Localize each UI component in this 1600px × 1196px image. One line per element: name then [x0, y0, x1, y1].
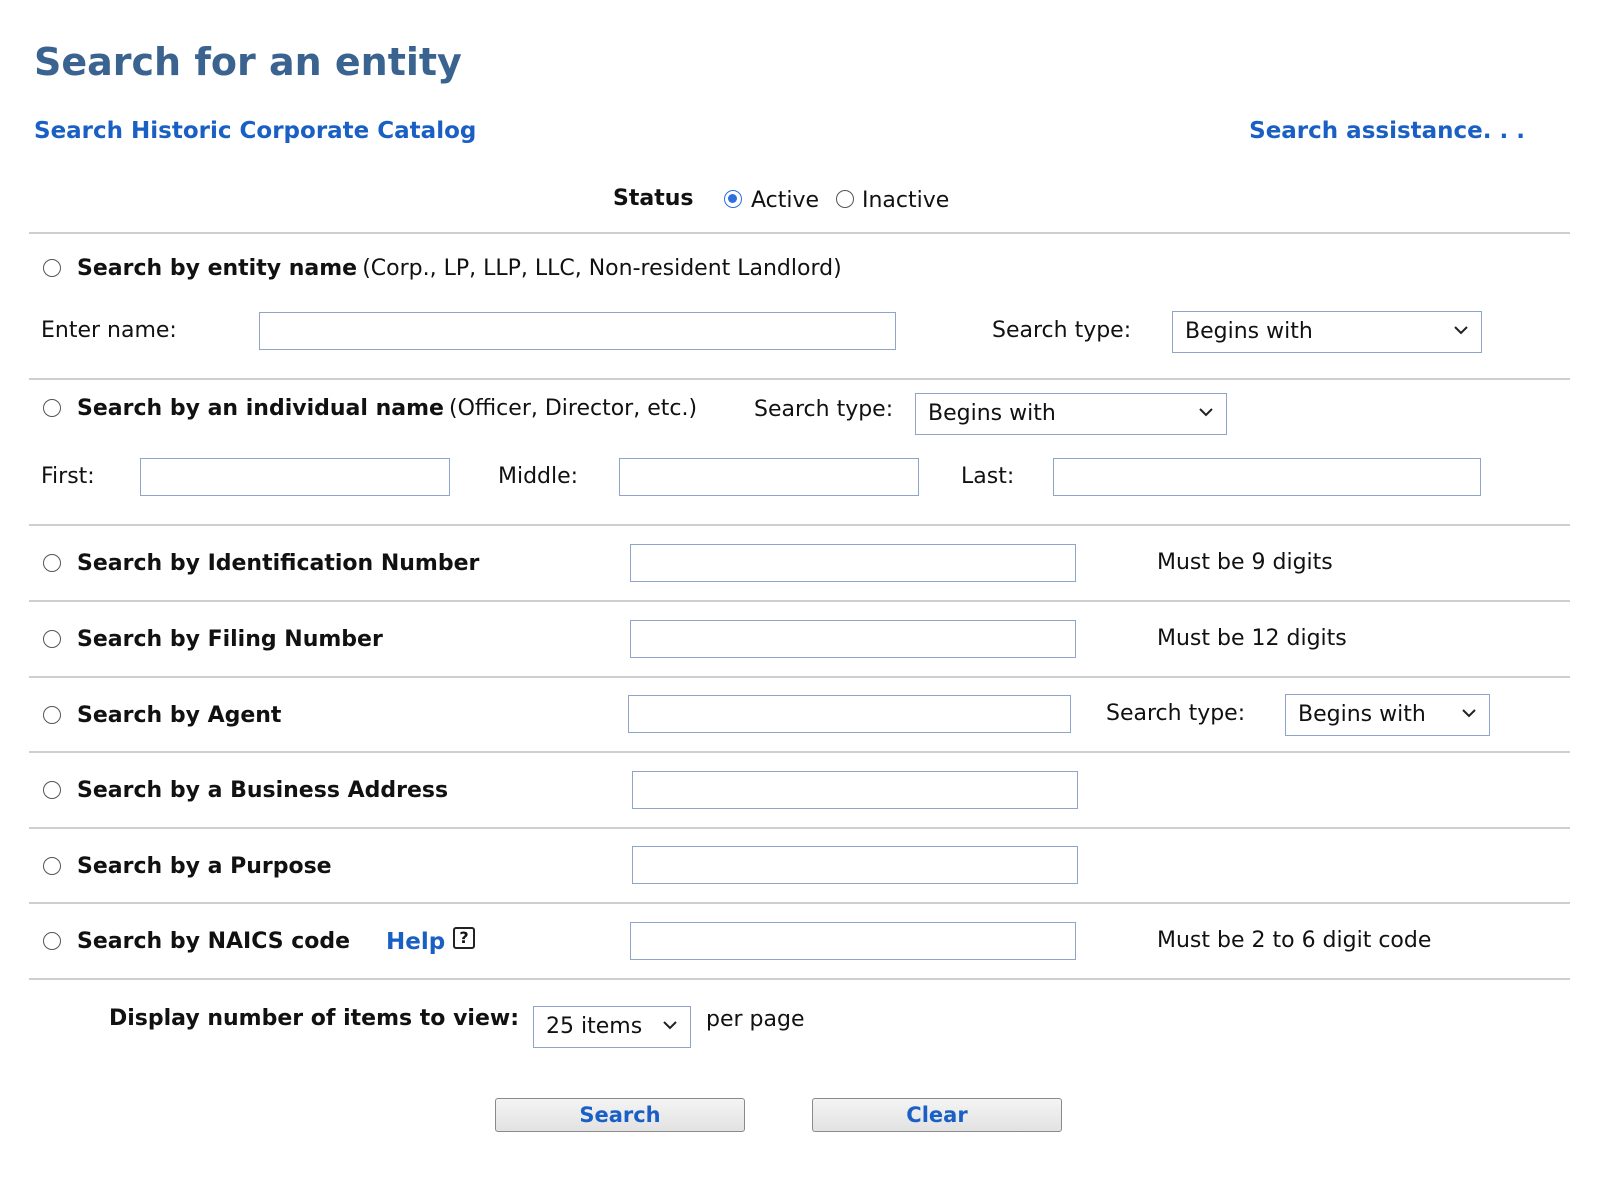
agent-label: Search by Agent — [77, 703, 282, 728]
chevron-down-icon — [1454, 326, 1468, 335]
status-inactive-radio[interactable] — [836, 190, 854, 208]
divider — [29, 751, 1570, 753]
individual-name-heading: Search by an individual name (Officer, D… — [77, 396, 697, 421]
naics-input[interactable] — [630, 922, 1076, 960]
individual-search-type-label: Search type: — [754, 397, 894, 422]
chevron-down-icon — [1199, 408, 1213, 417]
middle-name-input[interactable] — [619, 458, 919, 496]
entity-name-radio[interactable] — [43, 259, 61, 277]
first-name-input[interactable] — [140, 458, 450, 496]
chevron-down-icon — [1462, 709, 1476, 718]
search-assistance-link[interactable]: Search assistance. . . — [1249, 118, 1525, 144]
divider — [29, 902, 1570, 904]
first-name-label: First: — [41, 464, 95, 489]
purpose-input[interactable] — [632, 846, 1078, 884]
last-name-input[interactable] — [1053, 458, 1481, 496]
id-number-hint: Must be 9 digits — [1157, 550, 1333, 575]
filing-number-radio[interactable] — [43, 630, 61, 648]
last-name-label: Last: — [961, 464, 1015, 489]
naics-hint: Must be 2 to 6 digit code — [1157, 928, 1432, 953]
status-inactive-label: Inactive — [862, 188, 950, 213]
individual-search-type-value: Begins with — [928, 401, 1056, 426]
page-title: Search for an entity — [34, 40, 462, 84]
enter-name-label: Enter name: — [41, 318, 177, 343]
id-number-input[interactable] — [630, 544, 1076, 582]
individual-name-radio[interactable] — [43, 399, 61, 417]
divider — [29, 378, 1570, 380]
divider — [29, 524, 1570, 526]
individual-search-type-select[interactable]: Begins with — [915, 393, 1227, 435]
agent-search-type-select[interactable]: Begins with — [1285, 694, 1490, 736]
agent-radio[interactable] — [43, 706, 61, 724]
naics-help-link[interactable]: Help — [386, 929, 445, 955]
individual-name-label: Search by an individual name — [77, 396, 444, 421]
divider — [29, 232, 1570, 234]
filing-number-label: Search by Filing Number — [77, 627, 383, 652]
entity-name-label: Search by entity name — [77, 256, 358, 281]
business-address-radio[interactable] — [43, 781, 61, 799]
display-count-select[interactable]: 25 items — [533, 1006, 691, 1048]
divider — [29, 676, 1570, 678]
filing-number-input[interactable] — [630, 620, 1076, 658]
divider — [29, 600, 1570, 602]
entity-name-heading: Search by entity name (Corp., LP, LLP, L… — [77, 256, 842, 281]
entity-name-note: (Corp., LP, LLP, LLC, Non-resident Landl… — [362, 256, 842, 281]
status-label: Status — [613, 186, 694, 211]
purpose-radio[interactable] — [43, 857, 61, 875]
clear-button[interactable]: Clear — [812, 1098, 1062, 1132]
divider — [29, 827, 1570, 829]
display-count-value: 25 items — [546, 1014, 643, 1039]
agent-search-type-value: Begins with — [1298, 702, 1426, 727]
middle-name-label: Middle: — [498, 464, 579, 489]
agent-search-type-label: Search type: — [1106, 701, 1246, 726]
entity-search-type-value: Begins with — [1185, 319, 1313, 344]
entity-search-type-select[interactable]: Begins with — [1172, 311, 1482, 353]
agent-input[interactable] — [628, 695, 1071, 733]
search-button[interactable]: Search — [495, 1098, 745, 1132]
entity-name-input[interactable] — [259, 312, 896, 350]
entity-search-type-label: Search type: — [992, 318, 1132, 343]
id-number-label: Search by Identification Number — [77, 551, 480, 576]
per-page-label: per page — [706, 1007, 805, 1032]
purpose-label: Search by a Purpose — [77, 854, 332, 879]
naics-label: Search by NAICS code — [77, 929, 351, 954]
naics-radio[interactable] — [43, 932, 61, 950]
display-count-label: Display number of items to view: — [109, 1006, 519, 1031]
chevron-down-icon — [663, 1021, 677, 1030]
id-number-radio[interactable] — [43, 554, 61, 572]
help-question-icon[interactable]: ? — [453, 927, 475, 949]
filing-number-hint: Must be 12 digits — [1157, 626, 1347, 651]
status-active-radio[interactable] — [724, 190, 742, 208]
business-address-label: Search by a Business Address — [77, 778, 449, 803]
historic-catalog-link[interactable]: Search Historic Corporate Catalog — [34, 118, 476, 144]
individual-name-note: (Officer, Director, etc.) — [449, 396, 698, 421]
business-address-input[interactable] — [632, 771, 1078, 809]
status-active-label: Active — [751, 188, 820, 213]
divider — [29, 978, 1570, 980]
